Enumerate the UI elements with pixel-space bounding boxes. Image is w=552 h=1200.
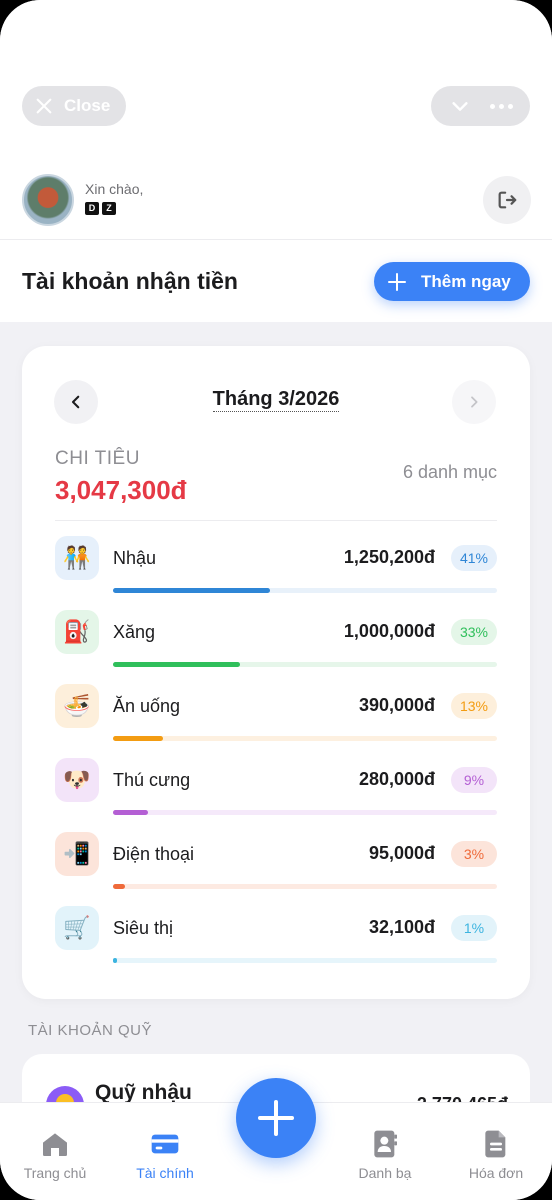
category-icon: 📲 <box>55 832 99 876</box>
add-account-label: Thêm ngay <box>421 271 511 291</box>
spend-total: 3,047,300đ <box>55 475 187 505</box>
category-amount: 32,100đ <box>368 917 435 937</box>
category-progress-fill <box>113 884 125 889</box>
user-name-letter: Z <box>102 202 116 215</box>
divider <box>55 520 497 521</box>
contacts-icon <box>368 1127 402 1161</box>
close-label: Close <box>64 96 111 115</box>
category-amount: 95,000đ <box>368 843 435 863</box>
tab-invoices[interactable]: Hóa đơn <box>451 1127 541 1181</box>
category-progress-fill <box>113 662 240 667</box>
tab-label: Trang chủ <box>23 1165 87 1181</box>
category-icon-glyph: 🧑‍🤝‍🧑 <box>63 545 91 570</box>
tab-label: Hóa đơn <box>468 1165 524 1181</box>
tab-home[interactable]: Trang chủ <box>10 1127 100 1181</box>
plus-icon <box>388 272 406 291</box>
category-icon-glyph: ⛽ <box>63 619 91 644</box>
category-amount: 1,250,200đ <box>343 547 435 567</box>
next-month-button[interactable] <box>452 380 496 424</box>
category-amount: 280,000đ <box>358 769 435 789</box>
category-percent-badge: 3% <box>451 841 497 867</box>
category-progress-track <box>113 958 497 963</box>
divider <box>0 239 552 240</box>
avatar[interactable] <box>22 174 74 226</box>
category-row[interactable]: 🍜 Ăn uống 390,000đ 13% <box>55 684 497 758</box>
fund-section-label: TÀI KHOẢN QUỸ <box>28 1022 153 1039</box>
category-percent-badge: 13% <box>451 693 497 719</box>
category-progress-fill <box>113 736 163 741</box>
category-progress-fill <box>113 588 271 593</box>
close-button[interactable]: Close <box>22 86 126 126</box>
home-icon <box>38 1127 72 1161</box>
category-progress-track <box>113 736 497 741</box>
section-title: Tài khoản nhận tiền <box>22 268 238 294</box>
tab-label: Tài chính <box>136 1165 194 1181</box>
category-percent-badge: 9% <box>451 767 497 793</box>
category-progress-track <box>113 588 497 593</box>
tab-contacts[interactable]: Danh bạ <box>340 1127 430 1181</box>
category-percent-badge: 33% <box>451 619 497 645</box>
add-transaction-button[interactable] <box>236 1078 316 1158</box>
category-row[interactable]: 🛒 Siêu thị 32,100đ 1% <box>55 906 497 980</box>
user-name: D Z <box>85 202 116 215</box>
logout-button[interactable] <box>483 176 531 224</box>
category-row[interactable]: ⛽ Xăng 1,000,000đ 33% <box>55 610 497 684</box>
category-name: Nhậu <box>113 548 157 568</box>
category-icon: 🧑‍🤝‍🧑 <box>55 536 99 580</box>
greeting-text: Xin chào, <box>85 181 144 197</box>
category-progress-fill <box>113 958 117 963</box>
spending-card: Tháng 3/2026 CHI TIÊU 3,047,300đ 6 danh … <box>22 346 530 999</box>
category-icon-glyph: 🍜 <box>63 693 91 718</box>
category-icon-glyph: 📲 <box>63 841 91 866</box>
category-progress-track <box>113 662 497 667</box>
spend-label: CHI TIÊU <box>55 448 140 469</box>
category-icon: ⛽ <box>55 610 99 654</box>
tab-label: Danh bạ <box>358 1165 412 1181</box>
category-progress-fill <box>113 810 148 815</box>
category-count: 6 danh mục <box>402 462 497 482</box>
category-icon: 🍜 <box>55 684 99 728</box>
category-icon-glyph: 🐶 <box>63 767 91 792</box>
chevron-down-icon[interactable] <box>449 95 471 117</box>
user-name-letter: D <box>85 202 99 215</box>
header-area: Close Xin chào, D Z Tài khoản nhận tiền … <box>0 0 552 322</box>
category-name: Xăng <box>113 622 156 642</box>
category-name: Ăn uống <box>113 696 181 716</box>
category-row[interactable]: 🧑‍🤝‍🧑 Nhậu 1,250,200đ 41% <box>55 536 497 610</box>
chevron-right-icon <box>471 396 478 408</box>
category-name: Siêu thị <box>113 918 174 938</box>
category-icon: 🐶 <box>55 758 99 802</box>
category-percent-badge: 1% <box>451 915 497 941</box>
category-row[interactable]: 📲 Điện thoại 95,000đ 3% <box>55 832 497 906</box>
mini-app-menu[interactable] <box>431 86 530 126</box>
invoice-icon <box>479 1127 513 1161</box>
add-account-button[interactable]: Thêm ngay <box>374 262 530 301</box>
tab-finance[interactable]: Tài chính <box>120 1127 210 1181</box>
category-name: Thú cưng <box>113 770 191 790</box>
close-icon <box>34 96 54 116</box>
wallet-icon <box>148 1127 182 1161</box>
logout-icon <box>498 191 517 209</box>
category-progress-track <box>113 884 497 889</box>
category-icon: 🛒 <box>55 906 99 950</box>
app-screen: Close Xin chào, D Z Tài khoản nhận tiền … <box>0 0 552 1200</box>
category-amount: 390,000đ <box>358 695 435 715</box>
more-icon[interactable] <box>489 103 513 109</box>
category-name: Điện thoại <box>113 844 195 864</box>
category-amount: 1,000,000đ <box>343 621 435 641</box>
month-label[interactable]: Tháng 3/2026 <box>212 388 340 412</box>
category-row[interactable]: 🐶 Thú cưng 280,000đ 9% <box>55 758 497 832</box>
category-icon-glyph: 🛒 <box>63 915 91 940</box>
category-progress-track <box>113 810 497 815</box>
category-percent-badge: 41% <box>451 545 497 571</box>
